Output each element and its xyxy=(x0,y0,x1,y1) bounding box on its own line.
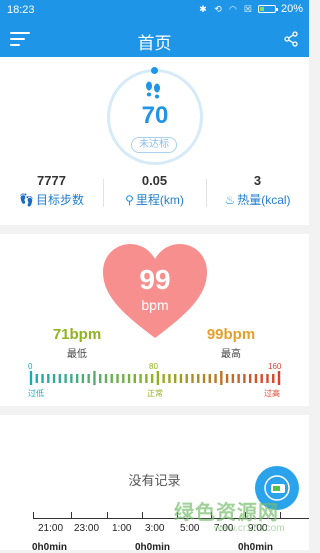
watermark-url: www.cr173.com xyxy=(214,523,285,534)
scale-tick xyxy=(168,374,171,383)
zone-normal: 正常 xyxy=(147,389,163,398)
scale-tick xyxy=(150,374,154,383)
scale-tick xyxy=(93,371,96,385)
min-value: 71bpm xyxy=(52,326,102,343)
bluetooth-icon: ✱ xyxy=(199,4,207,14)
duration-value: 0h0min xyxy=(135,542,171,553)
rotation-icon: ⟲ xyxy=(214,4,222,14)
feet-icon: 👣 xyxy=(19,193,34,207)
scale-tick xyxy=(47,374,50,383)
steps-card[interactable]: 70 未达标 7777 👣 目标步数 0.05 ⚲ 里程(km) 3 ♨ 热量(kca… xyxy=(0,57,309,225)
scale-tick xyxy=(231,374,235,383)
scale-tick xyxy=(70,374,73,383)
location-icon: ⚲ xyxy=(125,193,134,207)
scale-tick xyxy=(41,374,44,383)
scale-tick xyxy=(191,374,194,383)
scale-tick xyxy=(133,374,137,383)
stat-label: 热量(kcal) xyxy=(237,193,291,207)
scale-tick xyxy=(260,374,263,383)
scale-tick xyxy=(75,374,79,383)
scale-tick xyxy=(104,374,108,383)
scale-tick xyxy=(35,374,38,383)
sim-icon: ☒ xyxy=(243,4,252,14)
stat-distance: 0.05 ⚲ 里程(km) xyxy=(103,173,206,208)
timeline-label: 1:00 xyxy=(112,523,132,534)
stat-value: 7777 xyxy=(37,173,66,188)
app-bar: 首页 xyxy=(0,22,309,57)
scale-tick xyxy=(156,371,160,385)
scale-tick xyxy=(197,374,200,383)
scale-tick xyxy=(243,374,246,383)
zone-low: 过低 xyxy=(28,389,44,398)
wifi-icon: ◠ xyxy=(229,4,237,14)
scale-tick xyxy=(52,374,56,383)
stat-label: 目标步数 xyxy=(35,193,84,207)
scale-tick xyxy=(237,374,240,383)
battery-percent: 20% xyxy=(280,3,303,15)
scale-tick xyxy=(266,374,269,383)
scale-tick xyxy=(248,374,252,383)
scale-tick xyxy=(179,374,183,383)
scale-tick xyxy=(254,374,258,383)
stat-label: 里程(km) xyxy=(135,193,184,207)
progress-indicator xyxy=(151,67,158,74)
scale-tick xyxy=(81,374,85,383)
scale-tick xyxy=(116,374,119,383)
scale-tick xyxy=(220,371,223,385)
battery-icon xyxy=(257,5,278,13)
status-icons: ✱ ⟲ ◠ ☒ 20% xyxy=(198,3,303,15)
scale-tick xyxy=(185,374,188,383)
scale-label-mid: 80 xyxy=(149,362,158,371)
duration-value: 0h0min xyxy=(32,542,68,553)
stat-value: 0.05 xyxy=(141,173,168,188)
stat-target-steps: 7777 👣 目标步数 xyxy=(0,173,103,208)
scale-tick xyxy=(64,374,67,383)
heart-rate-scale xyxy=(29,371,281,385)
scale-tick xyxy=(58,374,62,383)
heart-rate-card[interactable]: 99 bpm 71bpm 最低 99bpm 最高 0 80 160 过低 正常 … xyxy=(0,234,309,406)
footprint-icon xyxy=(143,81,163,104)
scale-tick xyxy=(29,371,33,385)
watermark-logo: 绿色资源网 xyxy=(174,502,279,524)
heart-rate-unit: bpm xyxy=(141,297,169,313)
scale-tick xyxy=(214,374,217,383)
scale-tick xyxy=(110,374,113,383)
stat-calories: 3 ♨ 热量(kcal) xyxy=(206,173,309,208)
scale-tick xyxy=(127,374,131,383)
goal-status-badge: 未达标 xyxy=(131,137,177,153)
status-bar: 18:23 ✱ ⟲ ◠ ☒ 20% xyxy=(0,0,309,22)
min-label: 最低 xyxy=(67,349,87,360)
zone-high: 过高 xyxy=(264,389,280,398)
share-icon[interactable] xyxy=(283,31,299,47)
min-heart-rate: 71bpm 最低 xyxy=(37,326,117,360)
scale-tick xyxy=(202,374,206,383)
scale-tick xyxy=(277,371,281,385)
scale-tick xyxy=(139,374,142,383)
scale-tick xyxy=(272,374,275,383)
scale-label-low: 0 xyxy=(28,362,33,371)
scale-tick xyxy=(208,374,211,383)
stat-value: 3 xyxy=(253,173,262,188)
max-value: 99bpm xyxy=(206,326,256,343)
step-count: 70 xyxy=(141,102,169,129)
heart-rate-value: 99 xyxy=(139,264,171,295)
scale-tick xyxy=(173,374,177,383)
page-title: 首页 xyxy=(137,34,172,53)
timeline-label: 3:00 xyxy=(145,523,165,534)
status-time: 18:23 xyxy=(7,4,35,16)
scale-label-high: 160 xyxy=(268,362,282,371)
timeline-label: 21:00 xyxy=(38,523,64,534)
scale-tick xyxy=(99,374,102,383)
duration-value: 0h0min xyxy=(238,542,274,553)
scale-tick xyxy=(87,374,90,383)
max-label: 最高 xyxy=(221,349,241,360)
timeline-label: 23:00 xyxy=(74,523,100,534)
scale-tick xyxy=(162,374,165,383)
scale-tick xyxy=(225,374,229,383)
scale-tick xyxy=(145,374,148,383)
flame-icon: ♨ xyxy=(224,193,236,207)
scale-tick xyxy=(122,374,125,383)
max-heart-rate: 99bpm 最高 xyxy=(191,326,271,360)
